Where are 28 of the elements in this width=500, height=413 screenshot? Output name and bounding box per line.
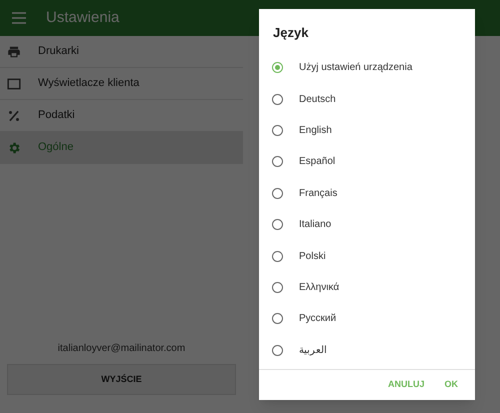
dialog-title: Język: [273, 25, 308, 40]
radio-button[interactable]: [272, 94, 283, 105]
radio-button[interactable]: [272, 344, 283, 356]
language-option[interactable]: Deutsch: [259, 83, 475, 115]
printer-icon: [7, 44, 21, 58]
app-title: Ustawienia: [46, 8, 120, 28]
language-option[interactable]: English: [259, 114, 475, 146]
language-option[interactable]: Ελληνικά: [259, 272, 475, 304]
display-icon: [7, 76, 21, 90]
radio-button[interactable]: [272, 124, 283, 136]
account-email: italianloyver@mailinator.com: [58, 342, 186, 356]
percent-icon: [7, 108, 21, 122]
radio-button[interactable]: [272, 219, 283, 230]
language-option[interactable]: Русский: [259, 303, 475, 335]
radio-button[interactable]: [272, 62, 283, 74]
radio-button[interactable]: [272, 282, 283, 293]
radio-button[interactable]: [272, 156, 283, 168]
radio-button[interactable]: [272, 313, 283, 324]
language-option[interactable]: Français: [259, 178, 475, 209]
language-option[interactable]: Polski: [259, 240, 475, 272]
radio-button[interactable]: [272, 188, 283, 199]
language-option[interactable]: Italiano: [259, 208, 475, 240]
language-option[interactable]: Español: [259, 146, 475, 178]
gear-icon: [7, 140, 21, 154]
menu-icon[interactable]: [12, 12, 26, 24]
language-option[interactable]: Użyj ustawień urządzenia: [259, 52, 475, 84]
radio-button[interactable]: [272, 250, 283, 262]
language-option[interactable]: العربية: [259, 334, 475, 366]
